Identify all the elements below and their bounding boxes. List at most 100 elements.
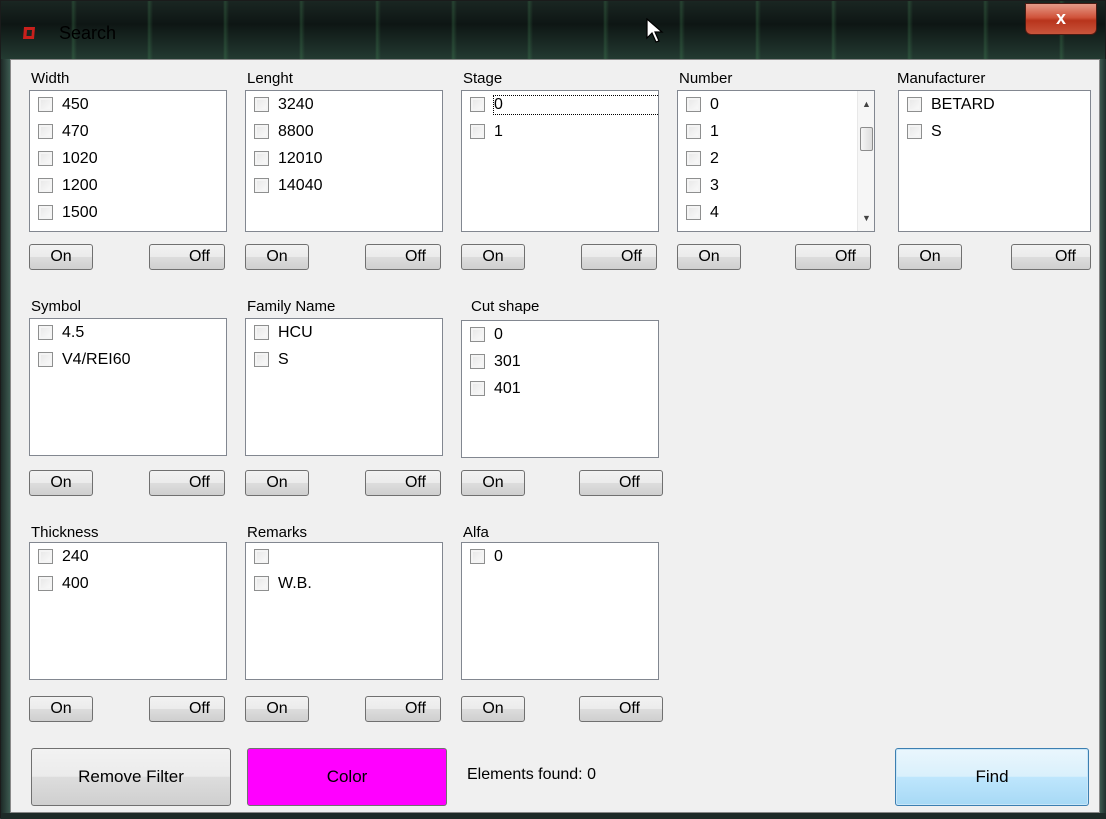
- cut-shape-on-button[interactable]: On: [461, 470, 525, 496]
- symbol-listbox[interactable]: 4.5 V4/REI60: [29, 318, 227, 456]
- length-listbox[interactable]: 3240 8800 12010 14040: [245, 90, 443, 232]
- checkbox[interactable]: [907, 124, 922, 139]
- list-item[interactable]: 0: [462, 91, 658, 118]
- list-item[interactable]: 14040: [246, 172, 442, 199]
- checkbox[interactable]: [38, 124, 53, 139]
- cut-shape-off-button[interactable]: Off: [579, 470, 663, 496]
- checkbox[interactable]: [254, 352, 269, 367]
- list-item[interactable]: 0: [678, 91, 874, 118]
- checkbox[interactable]: [686, 151, 701, 166]
- scrollbar-thumb[interactable]: [860, 127, 873, 151]
- remarks-on-button[interactable]: On: [245, 696, 309, 722]
- thickness-listbox[interactable]: 240 400: [29, 542, 227, 680]
- find-button[interactable]: Find: [895, 748, 1089, 806]
- length-off-button[interactable]: Off: [365, 244, 441, 270]
- alfa-off-button[interactable]: Off: [579, 696, 663, 722]
- title-bar[interactable]: Search x: [1, 1, 1105, 59]
- color-button[interactable]: Color: [247, 748, 447, 806]
- checkbox[interactable]: [470, 97, 485, 112]
- thickness-on-button[interactable]: On: [29, 696, 93, 722]
- checkbox[interactable]: [38, 151, 53, 166]
- checkbox[interactable]: [470, 124, 485, 139]
- list-item[interactable]: 2: [678, 145, 874, 172]
- alfa-listbox[interactable]: 0: [461, 542, 659, 680]
- manufacturer-off-button[interactable]: Off: [1011, 244, 1091, 270]
- family-name-on-button[interactable]: On: [245, 470, 309, 496]
- checkbox[interactable]: [254, 124, 269, 139]
- list-item[interactable]: 0: [462, 321, 658, 348]
- checkbox[interactable]: [686, 205, 701, 220]
- length-on-button[interactable]: On: [245, 244, 309, 270]
- number-listbox[interactable]: 0 1 2 3 4 ▲ ▼: [677, 90, 875, 232]
- stage-listbox[interactable]: 01: [461, 90, 659, 232]
- checkbox[interactable]: [470, 549, 485, 564]
- thickness-off-button[interactable]: Off: [149, 696, 225, 722]
- checkbox[interactable]: [686, 124, 701, 139]
- checkbox[interactable]: [38, 549, 53, 564]
- list-item[interactable]: 12010: [246, 145, 442, 172]
- number-on-button[interactable]: On: [677, 244, 741, 270]
- list-item[interactable]: 1: [462, 118, 658, 145]
- list-item[interactable]: 1020: [30, 145, 226, 172]
- checkbox[interactable]: [254, 325, 269, 340]
- list-item[interactable]: 3: [678, 172, 874, 199]
- checkbox[interactable]: [38, 205, 53, 220]
- checkbox[interactable]: [254, 178, 269, 193]
- checkbox[interactable]: [686, 97, 701, 112]
- checkbox[interactable]: [38, 352, 53, 367]
- family-name-off-button[interactable]: Off: [365, 470, 441, 496]
- list-item[interactable]: W.B.: [246, 570, 442, 597]
- stage-off-button[interactable]: Off: [581, 244, 657, 270]
- vertical-scrollbar[interactable]: ▲ ▼: [857, 91, 874, 231]
- checkbox[interactable]: [470, 327, 485, 342]
- checkbox[interactable]: [254, 151, 269, 166]
- family-name-listbox[interactable]: HCU S: [245, 318, 443, 456]
- list-item[interactable]: 1: [678, 118, 874, 145]
- list-item[interactable]: 1200: [30, 172, 226, 199]
- list-item[interactable]: 301: [462, 348, 658, 375]
- width-off-button[interactable]: Off: [149, 244, 225, 270]
- width-listbox[interactable]: 450 470 1020 1200 1500: [29, 90, 227, 232]
- list-item[interactable]: 4.5: [30, 319, 226, 346]
- width-on-button[interactable]: On: [29, 244, 93, 270]
- checkbox[interactable]: [907, 97, 922, 112]
- list-item[interactable]: 450: [30, 91, 226, 118]
- list-item[interactable]: 1500: [30, 199, 226, 226]
- manufacturer-on-button[interactable]: On: [898, 244, 962, 270]
- symbol-off-button[interactable]: Off: [149, 470, 225, 496]
- list-item[interactable]: 3240: [246, 91, 442, 118]
- symbol-on-button[interactable]: On: [29, 470, 93, 496]
- remove-filter-button[interactable]: Remove Filter: [31, 748, 231, 806]
- checkbox[interactable]: [470, 381, 485, 396]
- scroll-down-arrow-icon[interactable]: ▼: [862, 213, 871, 223]
- alfa-on-button[interactable]: On: [461, 696, 525, 722]
- list-item[interactable]: 4: [678, 199, 874, 226]
- checkbox[interactable]: [38, 97, 53, 112]
- close-button[interactable]: x: [1025, 3, 1097, 35]
- list-item[interactable]: 470: [30, 118, 226, 145]
- list-item[interactable]: 0: [462, 543, 658, 570]
- list-item[interactable]: V4/REI60: [30, 346, 226, 373]
- list-item[interactable]: 400: [30, 570, 226, 597]
- list-item[interactable]: 240: [30, 543, 226, 570]
- checkbox[interactable]: [38, 325, 53, 340]
- remarks-off-button[interactable]: Off: [365, 696, 441, 722]
- checkbox[interactable]: [686, 178, 701, 193]
- list-item[interactable]: S: [246, 346, 442, 373]
- scroll-up-arrow-icon[interactable]: ▲: [862, 99, 871, 109]
- list-item[interactable]: S: [899, 118, 1090, 145]
- cut-shape-listbox[interactable]: 0 301 401: [461, 320, 659, 458]
- checkbox[interactable]: [254, 97, 269, 112]
- checkbox[interactable]: [254, 549, 269, 564]
- list-item[interactable]: BETARD: [899, 91, 1090, 118]
- list-item[interactable]: HCU: [246, 319, 442, 346]
- checkbox[interactable]: [38, 178, 53, 193]
- manufacturer-listbox[interactable]: BETARD S: [898, 90, 1091, 232]
- list-item[interactable]: [246, 543, 442, 570]
- list-item[interactable]: 401: [462, 375, 658, 402]
- checkbox[interactable]: [254, 576, 269, 591]
- remarks-listbox[interactable]: W.B.: [245, 542, 443, 680]
- checkbox[interactable]: [38, 576, 53, 591]
- checkbox[interactable]: [470, 354, 485, 369]
- stage-on-button[interactable]: On: [461, 244, 525, 270]
